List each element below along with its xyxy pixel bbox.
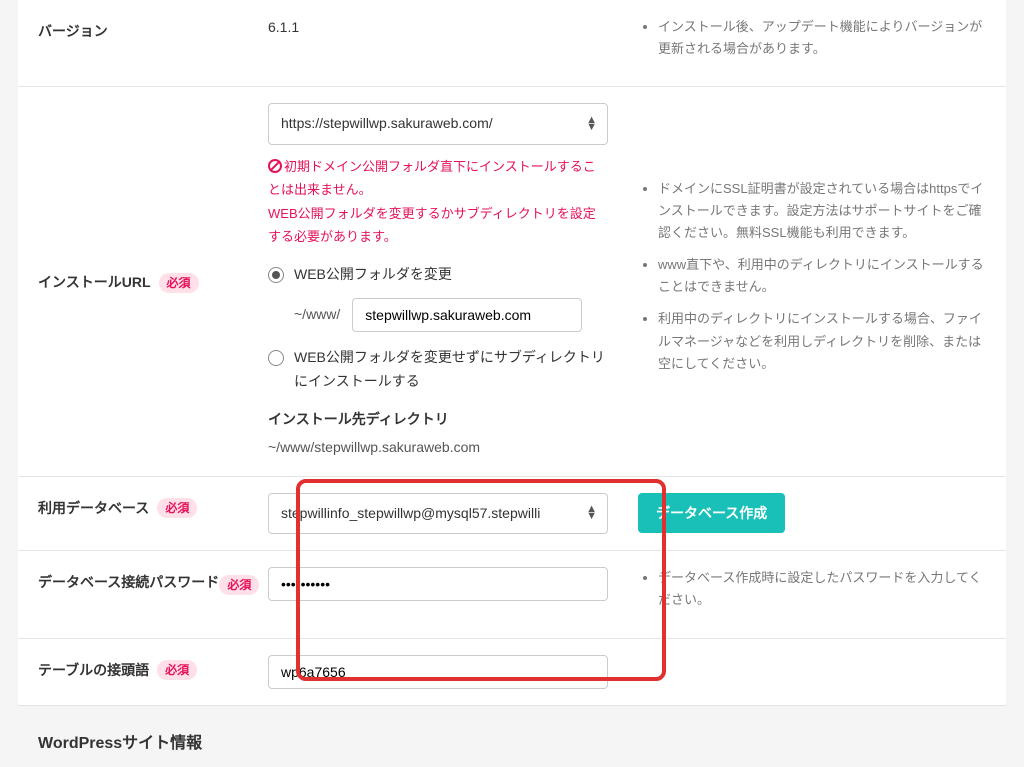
create-database-button[interactable]: データベース作成 [638, 493, 785, 533]
radio-unchecked-icon [268, 350, 284, 366]
version-help: インストール後、アップデート機能によりバージョンが更新される場合があります。 [658, 16, 986, 60]
database-label: 利用データベース [38, 497, 149, 521]
help-url-dir: 利用中のディレクトリにインストールする場合、ファイルマネージャなどを利用しディレ… [658, 308, 986, 374]
database-section: 利用データベース 必須 stepwillinfo_stepwillwp@mysq… [18, 477, 1006, 706]
url-select-value: https://stepwillwp.sakuraweb.com/ [281, 115, 493, 131]
required-badge: 必須 [159, 273, 199, 293]
required-badge: 必須 [157, 498, 197, 518]
help-db-password: データベース作成時に設定したパスワードを入力してください。 [658, 567, 986, 611]
radio-change-folder[interactable]: WEB公開フォルダを変更 [268, 263, 608, 287]
chevron-updown-icon: ▲▼ [586, 506, 597, 520]
table-prefix-label: テーブルの接頭語 [38, 659, 149, 683]
database-select[interactable]: stepwillinfo_stepwillwp@mysql57.stepwill… [268, 493, 608, 535]
install-url-row: インストールURL 必須 https://stepwillwp.sakurawe… [18, 87, 1006, 476]
table-prefix-input[interactable] [268, 655, 608, 689]
url-select[interactable]: https://stepwillwp.sakuraweb.com/ ▲▼ [268, 103, 608, 145]
prohibit-icon [268, 159, 282, 173]
db-password-input[interactable] [268, 567, 608, 601]
version-value: 6.1.1 [268, 19, 299, 35]
database-select-value: stepwillinfo_stepwillwp@mysql57.stepwill… [281, 502, 577, 526]
help-url-www: www直下や、利用中のディレクトリにインストールすることはできません。 [658, 254, 986, 298]
required-badge: 必須 [219, 575, 259, 595]
version-row: バージョン 6.1.1 インストール後、アップデート機能によりバージョンが更新さ… [18, 0, 1006, 87]
radio-checked-icon [268, 267, 284, 283]
table-prefix-row: テーブルの接頭語 必須 [18, 639, 1006, 706]
help-url-ssl: ドメインにSSL証明書が設定されている場合はhttpsでインストールできます。設… [658, 178, 986, 244]
db-password-label: データベース接続パスワード [38, 571, 219, 595]
radio-use-subdir[interactable]: WEB公開フォルダを変更せずにサブディレクトリにインストールする [268, 346, 608, 394]
www-folder-input[interactable] [352, 298, 582, 332]
database-row: 利用データベース 必須 stepwillinfo_stepwillwp@mysq… [18, 477, 1006, 552]
wp-site-info-heading: WordPressサイト情報 [18, 706, 1024, 767]
required-badge: 必須 [157, 660, 197, 680]
install-url-label: インストールURL [38, 271, 151, 295]
version-label: バージョン [38, 20, 108, 44]
install-warning: 初期ドメイン公開フォルダ直下にインストールすることは出来ません。 WEB公開フォ… [268, 155, 608, 249]
install-dir-path: ~/www/stepwillwp.sakuraweb.com [268, 436, 608, 460]
install-dir-label: インストール先ディレクトリ [268, 408, 608, 432]
db-password-row: データベース接続パスワード 必須 データベース作成時に設定したパスワードを入力し… [18, 551, 1006, 638]
www-path-prefix: ~/www/ [294, 303, 340, 327]
chevron-updown-icon: ▲▼ [586, 117, 597, 131]
